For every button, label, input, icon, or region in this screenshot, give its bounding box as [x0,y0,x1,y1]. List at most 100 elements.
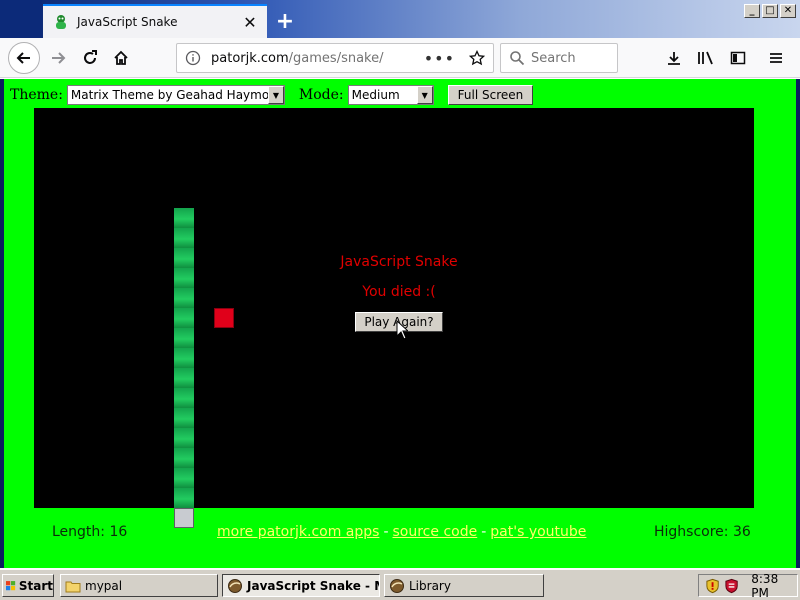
more-apps-link[interactable]: more patorjk.com apps [217,524,379,540]
highscore-counter: Highscore: 36 [654,524,751,540]
maximize-icon: □ [765,5,775,16]
youtube-link[interactable]: pat's youtube [490,524,586,540]
taskbar-item-javascript-snake[interactable]: JavaScript Snake - M... [222,574,380,597]
snake-segment [174,248,194,268]
page-actions-menu-icon[interactable]: ••• [424,49,455,68]
reload-icon [84,50,97,64]
snake-length-counter: Length: 16 [52,524,128,540]
home-button[interactable] [105,42,137,74]
security-shield-icon[interactable] [705,578,720,594]
search-icon [510,51,525,66]
taskbar-clock: 8:38 PM [751,571,779,600]
snake-favicon-icon [56,15,66,29]
mode-label: Mode: [298,87,344,103]
game-board[interactable]: JavaScript Snake You died :( Play Again? [34,108,754,528]
taskbar-item-label: JavaScript Snake - M... [247,578,379,593]
theme-label: Theme: [10,87,63,103]
game-controls: Theme: Matrix Theme by Geahad Haymor ▼ M… [10,84,534,106]
taskbar-item-library[interactable]: Library [384,574,544,597]
search-bar[interactable] [500,43,618,73]
back-arrow-icon [16,52,30,64]
chevron-down-icon: ▼ [267,86,284,104]
source-code-link[interactable]: source code [393,524,478,540]
snake-segment [174,268,194,288]
new-tab-button[interactable]: + [272,8,298,34]
snake-segment [174,368,194,388]
snake-segment [174,488,194,508]
url-host: patorjk.com [211,50,289,66]
library-button[interactable] [692,44,720,72]
bookmark-star-icon[interactable] [469,50,485,66]
chevron-down-icon: ▼ [416,86,433,104]
url-path: /games/snake/ [288,50,384,66]
sidebar-icon [730,51,746,65]
taskbar-item-mypal[interactable]: mypal [60,574,218,597]
taskbar: Start mypal JavaScript Snake - M... Libr… [0,569,800,600]
info-icon[interactable] [185,50,201,66]
mode-select-value: Medium [351,88,400,102]
url-text: patorjk.com/games/snake/ [211,51,424,66]
tab-strip-left-block [0,0,42,38]
downloads-button[interactable] [660,44,688,72]
tab-javascript-snake[interactable]: JavaScript Snake ✕ [43,4,267,38]
start-label: Start [18,578,53,593]
full-screen-button[interactable]: Full Screen [447,85,534,105]
maximize-button[interactable]: □ [762,4,778,18]
snake-segment [174,208,194,228]
sidebar-button[interactable] [724,44,752,72]
forward-arrow-icon [52,52,66,64]
browser-icon [228,578,242,593]
link-separator: - [481,524,487,540]
back-button[interactable] [8,42,40,74]
folder-icon [65,581,81,592]
theme-select[interactable]: Matrix Theme by Geahad Haymor ▼ [66,85,285,105]
navigation-toolbar: patorjk.com/games/snake/ ••• [0,38,800,78]
hamburger-menu-icon [770,53,782,63]
browser-tab-strip: JavaScript Snake ✕ + _ □ ✕ [0,0,800,38]
library-icon [698,51,713,65]
mouse-cursor-icon [396,320,408,340]
game-over-title: JavaScript Snake [340,254,458,270]
snake-segment [174,448,194,468]
link-separator: - [383,524,389,540]
footer-links: more patorjk.com apps - source code - pat's … [217,524,586,540]
minimize-button[interactable]: _ [744,4,760,18]
plus-icon: + [275,8,295,34]
start-button[interactable]: Start [2,574,54,597]
url-bar[interactable]: patorjk.com/games/snake/ ••• [176,43,494,73]
window-controls: _ □ ✕ [744,4,796,18]
snake-game-page: Theme: Matrix Theme by Geahad Haymor ▼ M… [0,79,800,568]
snake-segment [174,308,194,328]
theme-select-value: Matrix Theme by Geahad Haymor [70,88,268,102]
snake-segment [174,288,194,308]
mode-select[interactable]: Medium ▼ [347,85,434,105]
snake-segment [174,408,194,428]
snake-segment [174,328,194,348]
home-icon [114,50,128,65]
reload-button[interactable] [74,42,106,74]
browser-icon [390,578,404,593]
snake-segment [174,348,194,368]
snake-segment [174,228,194,248]
menu-button[interactable] [762,44,790,72]
close-icon: ✕ [783,5,793,16]
minimize-icon: _ [749,5,755,16]
snake-segment [174,468,194,488]
download-icon [668,52,680,65]
page-footer: Length: 16 more patorjk.com apps - source … [4,524,796,544]
system-tray: 8:38 PM [698,571,798,600]
game-over-message: You died :( [362,284,436,300]
taskbar-item-label: mypal [85,578,123,593]
windows-logo-icon [6,580,16,590]
tab-title: JavaScript Snake [77,15,178,29]
tab-close-icon[interactable]: ✕ [239,11,261,33]
snake-segment [174,428,194,448]
close-button[interactable]: ✕ [780,4,796,18]
forward-button[interactable] [42,42,74,74]
antivirus-shield-icon[interactable] [724,578,739,594]
taskbar-item-label: Library [409,578,451,593]
snake-food [214,308,234,328]
snake-segment [174,388,194,408]
snake-body [174,208,194,508]
search-input[interactable] [531,50,611,66]
